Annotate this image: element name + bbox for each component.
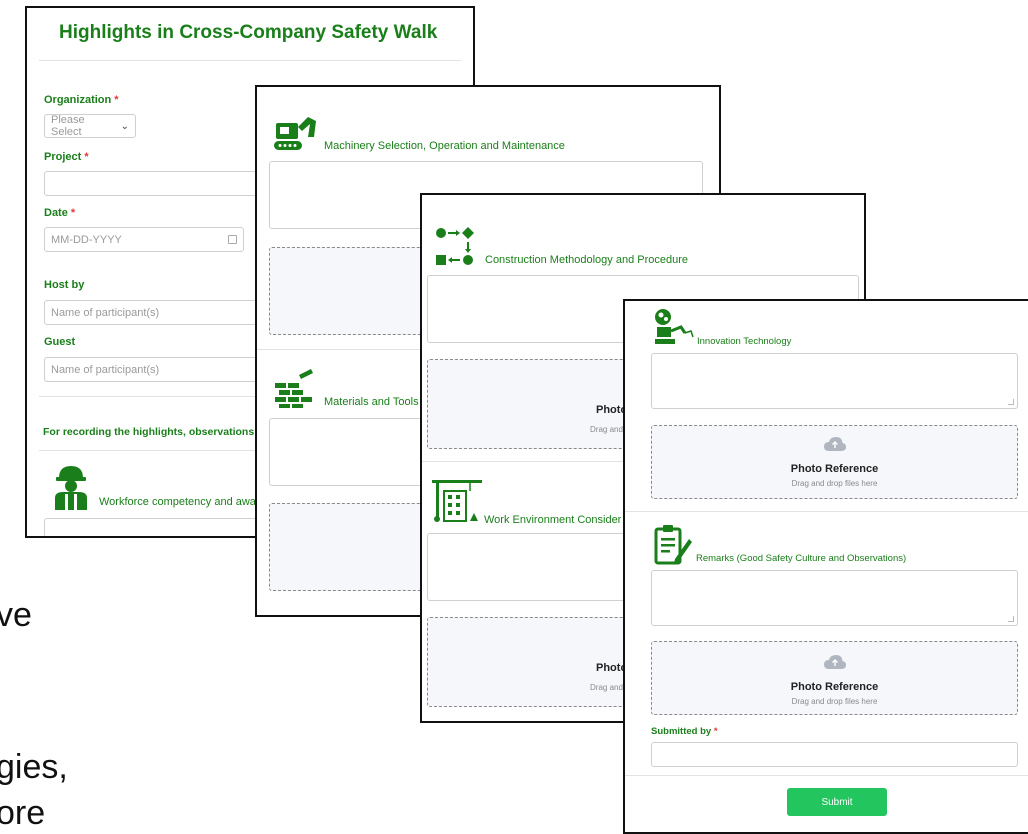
work-environment-title: Work Environment Consider <box>484 514 622 526</box>
date-input[interactable]: MM-DD-YYYY <box>44 227 244 252</box>
recording-note: For recording the highlights, observatio… <box>43 426 263 438</box>
dropzone-subtitle: Drag and drop files here <box>791 479 878 488</box>
organization-select[interactable]: Please Select ⌄ <box>44 114 136 138</box>
edit-document-icon <box>654 525 692 565</box>
slide-text-line-3: ore <box>0 794 46 832</box>
date-label: Date * <box>44 207 76 219</box>
dropzone-subtitle: Drag and drop files here <box>791 697 878 706</box>
robot-arm-icon <box>655 309 694 344</box>
innovation-textarea[interactable] <box>651 353 1018 409</box>
form-card-innovation: Innovation Technology Photo Reference Dr… <box>623 299 1028 834</box>
remarks-photo-dropzone[interactable]: Photo Reference Drag and drop files here <box>651 641 1018 715</box>
process-flow-icon <box>436 227 474 265</box>
form-title: Highlights in Cross-Company Safety Walk <box>59 22 438 43</box>
chevron-down-icon: ⌄ <box>120 120 129 132</box>
remarks-textarea[interactable] <box>651 570 1018 626</box>
slide-text-line-2: gies, <box>0 748 68 786</box>
project-label: Project * <box>44 151 89 163</box>
cloud-upload-icon <box>824 437 846 451</box>
dropzone-subtitle: Drag and <box>590 683 623 692</box>
calendar-icon <box>228 235 237 244</box>
submitted-by-input[interactable] <box>651 742 1018 767</box>
submit-button[interactable]: Submit <box>787 788 887 816</box>
remarks-title: Remarks (Good Safety Culture and Observa… <box>696 553 907 564</box>
organization-label: Organization * <box>44 94 119 106</box>
host-label: Host by <box>44 279 85 291</box>
dropzone-title: Photo Reference <box>790 463 879 475</box>
guest-label: Guest <box>44 336 76 348</box>
worker-icon <box>55 466 87 510</box>
slide-text-line-1: ve <box>0 596 32 634</box>
bricks-icon <box>275 369 313 408</box>
dropzone-subtitle: Drag and <box>590 425 623 434</box>
workforce-title: Workforce competency and awa <box>99 496 256 508</box>
construction-title: Construction Methodology and Procedure <box>485 254 689 266</box>
submitted-by-label: Submitted by * <box>651 726 718 737</box>
excavator-icon <box>274 117 316 150</box>
cloud-upload-icon <box>824 655 846 669</box>
dropzone-title: Photo Reference <box>790 681 879 693</box>
innovation-title: Innovation Technology <box>697 336 792 347</box>
crane-building-icon <box>432 480 482 522</box>
machinery-title: Machinery Selection, Operation and Maint… <box>324 140 565 152</box>
materials-title: Materials and Tools <box>324 396 419 408</box>
innovation-photo-dropzone[interactable]: Photo Reference Drag and drop files here <box>651 425 1018 499</box>
